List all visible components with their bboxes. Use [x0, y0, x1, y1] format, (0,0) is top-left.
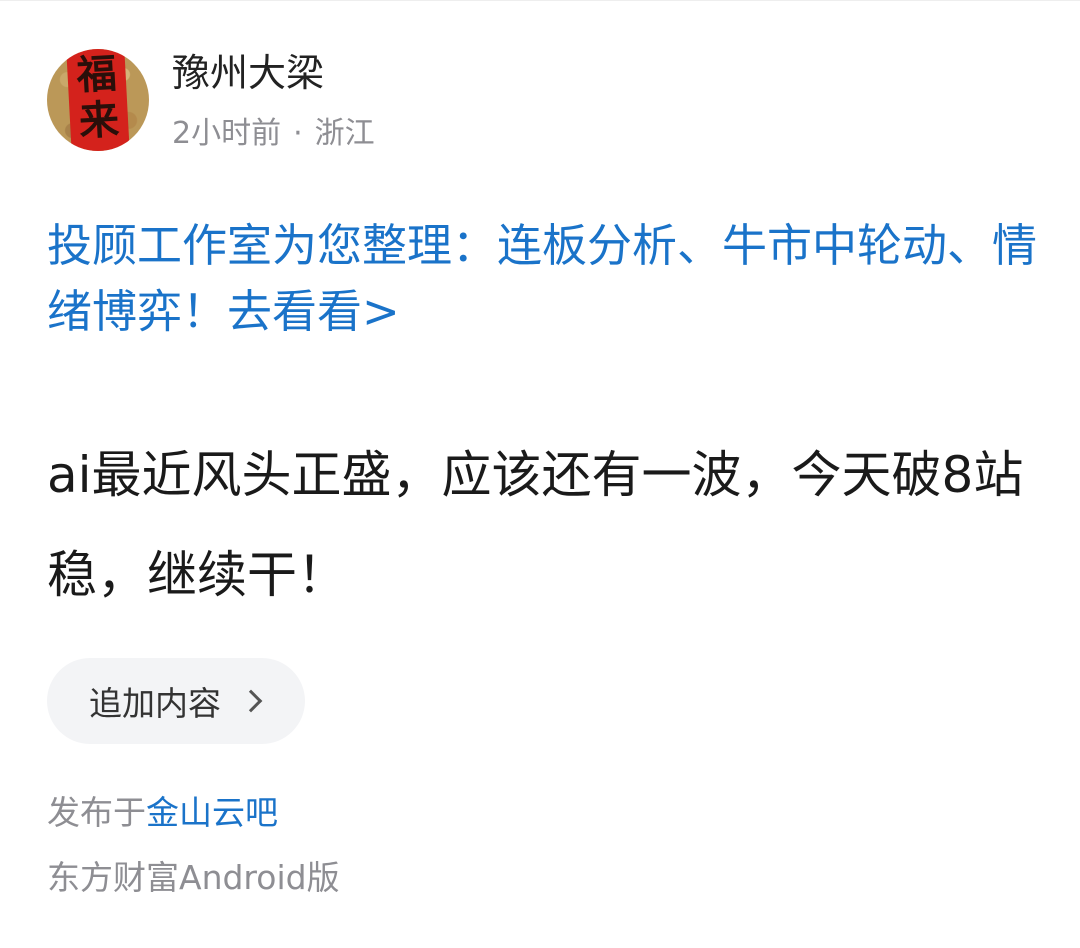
add-content-label: 追加内容 — [89, 684, 221, 723]
published-in: 发布于金山云吧 — [47, 791, 278, 835]
avatar-banner: 福 来 — [66, 49, 130, 151]
avatar-glyph-lai: 来 — [77, 95, 121, 145]
post-meta: 2小时前 · 浙江 — [172, 114, 375, 154]
post-content: ai最近风头正盛，应该还有一波，今天破8站稳，继续干！ — [47, 446, 1024, 604]
meta-separator: · — [293, 116, 303, 151]
post-time: 2小时前 — [172, 116, 282, 151]
post-location: 浙江 — [314, 116, 375, 151]
avatar-glyph-fu: 福 — [75, 50, 118, 100]
add-content-button[interactable]: 追加内容 — [47, 658, 305, 744]
username[interactable]: 豫州大梁 — [172, 49, 324, 97]
published-prefix: 发布于 — [47, 793, 146, 832]
chevron-right-icon — [239, 689, 263, 713]
bar-link[interactable]: 金山云吧 — [146, 793, 278, 832]
promo-link[interactable]: 投顾工作室为您整理：连板分析、牛市中轮动、情绪博弈！去看看> — [47, 213, 1047, 345]
source-app: 东方财富Android版 — [47, 858, 340, 897]
post-page: 福 来 豫州大梁 2小时前 · 浙江 投顾工作室为您整理：连板分析、牛市中轮动、情绪… — [0, 0, 1080, 948]
user-avatar[interactable]: 福 来 — [47, 49, 149, 151]
